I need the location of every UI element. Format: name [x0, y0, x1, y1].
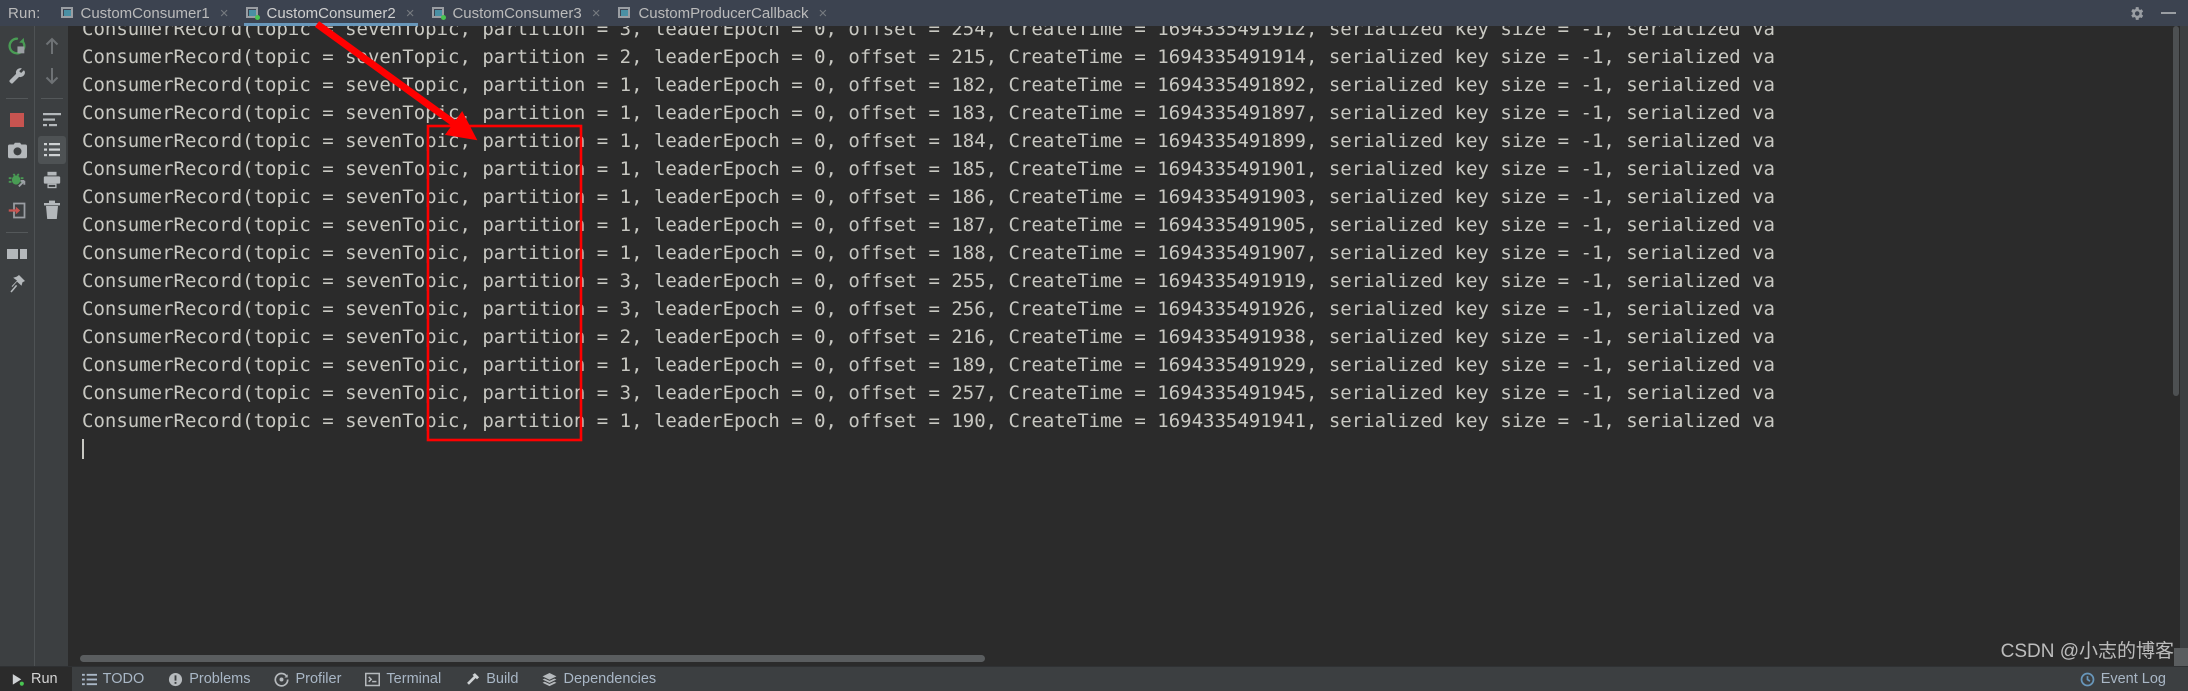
- run-tab-customconsumer2[interactable]: CustomConsumer2 ×: [238, 0, 424, 26]
- status-bar-item-todo[interactable]: TODO: [72, 667, 159, 691]
- status-bar-item-event-log[interactable]: Event Log: [2070, 667, 2180, 691]
- run-toolbar-column-primary: [0, 26, 34, 666]
- debug-attach-icon[interactable]: [3, 166, 31, 194]
- gear-icon[interactable]: [2128, 5, 2145, 22]
- text-caret: [82, 439, 84, 459]
- status-bar-item-label: Event Log: [2100, 671, 2166, 688]
- camera-icon[interactable]: [3, 136, 31, 164]
- watermark: CSDN @小志的博客: [2000, 641, 2174, 662]
- status-bar-item-build[interactable]: Build: [455, 667, 532, 691]
- console-line: ConsumerRecord(topic = sevenTopic, parti…: [82, 270, 1775, 292]
- status-bar-item-profiler[interactable]: Profiler: [264, 667, 355, 691]
- run-tab-customproducercallback[interactable]: CustomProducerCallback ×: [610, 0, 837, 26]
- exit-icon[interactable]: [3, 196, 31, 224]
- run-toolbar: [0, 26, 68, 666]
- status-bar-item-label: Run: [31, 670, 58, 687]
- console-line: ConsumerRecord(topic = sevenTopic, parti…: [82, 354, 1775, 376]
- arrow-down-icon[interactable]: [38, 62, 66, 90]
- console-line: ConsumerRecord(topic = sevenTopic, parti…: [82, 186, 1775, 208]
- build-hammer-icon: [465, 672, 480, 687]
- wrench-icon[interactable]: [3, 62, 31, 90]
- run-tab-label: CustomConsumer3: [452, 4, 582, 22]
- console-horizontal-scrollbar[interactable]: [68, 652, 2180, 662]
- console-horizontal-scroll-thumb[interactable]: [80, 655, 985, 662]
- console-line: ConsumerRecord(topic = sevenTopic, parti…: [82, 102, 1775, 124]
- run-config-icon: [60, 6, 75, 20]
- close-icon[interactable]: ×: [406, 6, 415, 21]
- console-text[interactable]: ConsumerRecord(topic = sevenTopic, parti…: [68, 26, 2180, 627]
- console-vertical-scrollbar[interactable]: [2172, 26, 2180, 638]
- console-output-panel[interactable]: ConsumerRecord(topic = sevenTopic, parti…: [68, 26, 2180, 666]
- console-line: ConsumerRecord(topic = sevenTopic, parti…: [82, 130, 1775, 152]
- toolbar-separator: [6, 98, 28, 99]
- print-icon[interactable]: [38, 166, 66, 194]
- run-tab-label: CustomConsumer2: [266, 4, 396, 22]
- status-bar-item-label: Terminal: [386, 670, 442, 687]
- status-bar-item-label: Profiler: [295, 670, 342, 687]
- close-icon[interactable]: ×: [220, 6, 229, 21]
- ide-status-bar: Run TODO Problems Profiler Terminal Build Depe…: [0, 666, 2188, 691]
- status-bar-item-dependencies[interactable]: Dependencies: [532, 667, 670, 691]
- toolbar-separator: [40, 98, 63, 99]
- resize-corner: [2174, 648, 2188, 666]
- problems-warning-icon: [168, 672, 183, 687]
- status-bar-right-group: Event Log: [2070, 667, 2180, 691]
- soft-wrap-icon[interactable]: [38, 106, 66, 134]
- console-line: ConsumerRecord(topic = sevenTopic, parti…: [82, 74, 1775, 96]
- console-line: ConsumerRecord(topic = sevenTopic, parti…: [82, 382, 1775, 404]
- console-line: ConsumerRecord(topic = sevenTopic, parti…: [82, 158, 1775, 180]
- status-bar-item-label: TODO: [102, 670, 145, 687]
- console-caret-line: [68, 435, 2180, 463]
- stop-icon[interactable]: [3, 106, 31, 134]
- console-line: ConsumerRecord(topic = sevenTopic, parti…: [82, 298, 1775, 320]
- status-bar-item-run[interactable]: Run: [0, 666, 72, 691]
- event-log-icon: [2080, 672, 2095, 687]
- pin-icon[interactable]: [3, 270, 31, 298]
- console-line: ConsumerRecord(topic = sevenTopic, parti…: [82, 26, 1775, 40]
- run-config-icon: [618, 6, 632, 20]
- layout-icon[interactable]: [3, 240, 31, 268]
- run-tab-label: CustomConsumer1: [80, 4, 210, 22]
- status-bar-item-label: Dependencies: [563, 670, 657, 687]
- status-bar-item-label: Build: [486, 670, 519, 687]
- status-bar-item-label: Problems: [189, 670, 251, 687]
- run-tab-strip: CustomConsumer1 × CustomConsumer2 × CustomCo…: [53, 0, 838, 26]
- console-line: ConsumerRecord(topic = sevenTopic, parti…: [82, 214, 1775, 236]
- rerun-icon[interactable]: [3, 32, 31, 60]
- run-tab-label: CustomProducerCallback: [638, 4, 809, 22]
- status-bar-item-problems[interactable]: Problems: [158, 667, 264, 691]
- scroll-to-end-icon[interactable]: [37, 136, 66, 164]
- trash-icon[interactable]: [38, 196, 66, 224]
- window-controls: [2128, 0, 2188, 26]
- console-vertical-scroll-thumb[interactable]: [2173, 26, 2179, 396]
- status-bar-item-terminal[interactable]: Terminal: [355, 667, 455, 691]
- run-play-icon: [10, 672, 25, 687]
- profiler-icon: [274, 672, 290, 687]
- console-line: ConsumerRecord(topic = sevenTopic, parti…: [82, 326, 1775, 348]
- ide-run-tool-window: Run: CustomConsumer1 × CustomConsumer2 × Cus…: [0, 0, 2188, 691]
- terminal-icon: [365, 672, 381, 687]
- run-toolbar-column-secondary: [34, 26, 68, 666]
- run-label: Run:: [8, 4, 41, 22]
- minimize-icon[interactable]: [2161, 12, 2176, 14]
- close-icon[interactable]: ×: [592, 6, 601, 21]
- run-config-icon: [432, 6, 447, 20]
- todo-list-icon: [81, 672, 97, 687]
- toolbar-separator: [6, 232, 28, 233]
- console-line: ConsumerRecord(topic = sevenTopic, parti…: [82, 242, 1775, 264]
- arrow-up-icon[interactable]: [38, 32, 66, 60]
- run-toolwindow-header: Run: CustomConsumer1 × CustomConsumer2 × Cus…: [0, 0, 2188, 26]
- run-tab-customconsumer3[interactable]: CustomConsumer3 ×: [424, 0, 610, 26]
- console-line: ConsumerRecord(topic = sevenTopic, parti…: [82, 410, 1775, 432]
- dependencies-layers-icon: [542, 672, 557, 687]
- close-icon[interactable]: ×: [819, 6, 828, 21]
- run-tab-customconsumer1[interactable]: CustomConsumer1 ×: [53, 0, 239, 26]
- console-line: ConsumerRecord(topic = sevenTopic, parti…: [82, 46, 1775, 68]
- run-config-icon: [246, 6, 261, 20]
